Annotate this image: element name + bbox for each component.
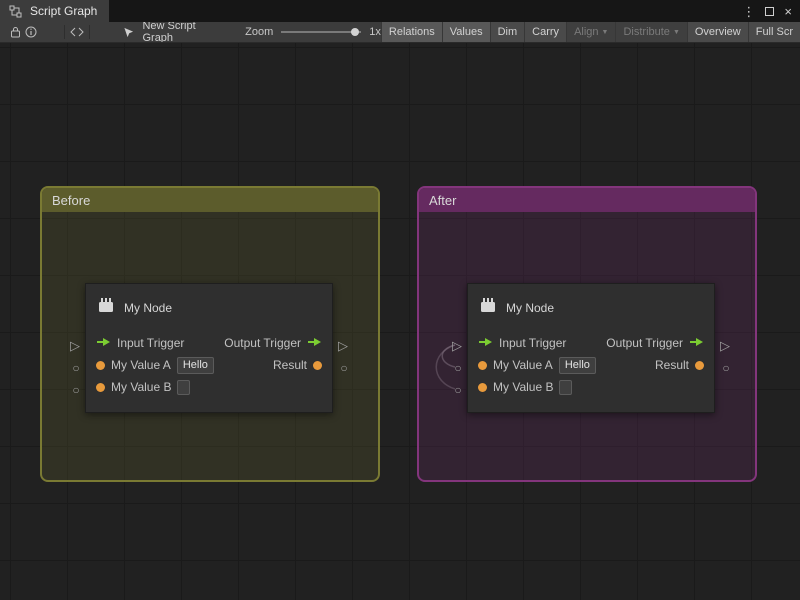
dim-label: Dim <box>498 26 518 38</box>
distribute-label: Distribute <box>623 26 669 38</box>
group-after-header[interactable]: After <box>419 188 755 212</box>
output-trigger-label: Output Trigger <box>224 336 301 350</box>
zoom-label: Zoom <box>245 26 273 38</box>
dim-button[interactable]: Dim <box>490 22 525 43</box>
graph-toolbar: New Script Graph Zoom 1x Relations Value… <box>0 22 800 43</box>
relations-label: Relations <box>389 26 435 38</box>
script-graph-icon <box>6 2 24 20</box>
output-trigger-label: Output Trigger <box>606 336 683 350</box>
tab-label: Script Graph <box>30 4 97 18</box>
values-label: Values <box>450 26 483 38</box>
toolbar-divider <box>89 25 90 39</box>
value-a-input[interactable]: Hello <box>177 357 214 374</box>
window-controls: ⋮ × <box>742 0 800 22</box>
group-after-label: After <box>429 193 456 208</box>
value-port-icon[interactable] <box>695 361 704 370</box>
value-port-icon[interactable] <box>96 361 105 370</box>
external-trigger-out-port[interactable]: ▷ <box>336 338 350 352</box>
close-icon[interactable]: × <box>784 5 792 18</box>
value-port-icon[interactable] <box>478 361 487 370</box>
graph-name-label: New Script Graph <box>142 22 215 43</box>
value-b-input[interactable] <box>177 380 190 395</box>
lock-icon[interactable] <box>8 23 23 41</box>
unit-icon <box>478 297 498 320</box>
value-a-label: My Value A <box>493 358 553 372</box>
relations-button[interactable]: Relations <box>381 22 442 43</box>
carry-label: Carry <box>532 26 559 38</box>
trigger-arrow-icon[interactable] <box>307 334 322 352</box>
group-before-header[interactable]: Before <box>42 188 378 212</box>
value-a-input[interactable]: Hello <box>559 357 596 374</box>
input-trigger-label: Input Trigger <box>499 336 566 350</box>
script-graph-window: Script Graph ⋮ × <box>0 0 800 600</box>
chevron-down-icon: ▼ <box>602 29 609 36</box>
align-label: Align <box>574 26 598 38</box>
pointer-icon <box>121 23 136 41</box>
node-header: My Node <box>96 296 322 320</box>
result-label: Result <box>655 358 689 372</box>
overview-label: Overview <box>695 26 741 38</box>
zoom-slider-track <box>281 31 361 33</box>
external-value-port[interactable]: ○ <box>719 361 733 375</box>
fullscreen-label: Full Scr <box>756 26 793 38</box>
trigger-arrow-icon[interactable] <box>689 334 704 352</box>
zoom-control: Zoom 1x <box>245 26 381 38</box>
external-value-port[interactable]: ○ <box>69 361 83 375</box>
trigger-arrow-icon[interactable] <box>96 334 111 352</box>
value-a-label: My Value A <box>111 358 171 372</box>
node-title: My Node <box>124 301 172 315</box>
tab-script-graph[interactable]: Script Graph <box>0 0 109 22</box>
value-b-input[interactable] <box>559 380 572 395</box>
external-trigger-in-port[interactable]: ▷ <box>450 338 464 352</box>
distribute-button[interactable]: Distribute ▼ <box>615 22 686 43</box>
trigger-arrow-icon[interactable] <box>478 334 493 352</box>
menu-kebab-icon[interactable]: ⋮ <box>742 5 755 18</box>
node-header: My Node <box>478 296 704 320</box>
value-port-icon[interactable] <box>313 361 322 370</box>
info-icon[interactable] <box>23 23 38 41</box>
input-trigger-label: Input Trigger <box>117 336 184 350</box>
value-b-label: My Value B <box>111 380 171 394</box>
value-b-label: My Value B <box>493 380 553 394</box>
chevron-down-icon: ▼ <box>673 29 680 36</box>
graph-canvas[interactable]: Before After My Node <box>0 43 800 600</box>
toolbar-divider <box>64 25 65 39</box>
unit-icon <box>96 297 116 320</box>
maximize-icon[interactable] <box>765 7 774 16</box>
result-label: Result <box>273 358 307 372</box>
zoom-slider[interactable] <box>281 26 361 38</box>
zoom-slider-knob[interactable] <box>351 28 359 36</box>
external-trigger-in-port[interactable]: ▷ <box>68 338 82 352</box>
node-my-node-after[interactable]: My Node Input Trigger Output Trigger <box>467 283 715 413</box>
overview-button[interactable]: Overview <box>687 22 748 43</box>
external-value-port[interactable]: ○ <box>451 383 465 397</box>
graph-name[interactable]: New Script Graph <box>121 22 215 43</box>
values-button[interactable]: Values <box>442 22 490 43</box>
align-button[interactable]: Align ▼ <box>566 22 615 43</box>
external-value-port[interactable]: ○ <box>337 361 351 375</box>
external-value-port[interactable]: ○ <box>69 383 83 397</box>
fullscreen-button[interactable]: Full Scr <box>748 22 800 43</box>
toolbar-buttons: Relations Values Dim Carry Align ▼ Distr… <box>381 22 800 43</box>
carry-button[interactable]: Carry <box>524 22 566 43</box>
group-before-label: Before <box>52 193 90 208</box>
code-view-icon[interactable] <box>69 23 84 41</box>
value-port-icon[interactable] <box>478 383 487 392</box>
node-title: My Node <box>506 301 554 315</box>
tab-bar: Script Graph ⋮ × <box>0 0 800 22</box>
node-my-node-before[interactable]: My Node Input Trigger Output Trigger <box>85 283 333 413</box>
zoom-value: 1x <box>369 26 381 38</box>
value-port-icon[interactable] <box>96 383 105 392</box>
external-trigger-out-port[interactable]: ▷ <box>718 338 732 352</box>
external-value-port[interactable]: ○ <box>451 361 465 375</box>
